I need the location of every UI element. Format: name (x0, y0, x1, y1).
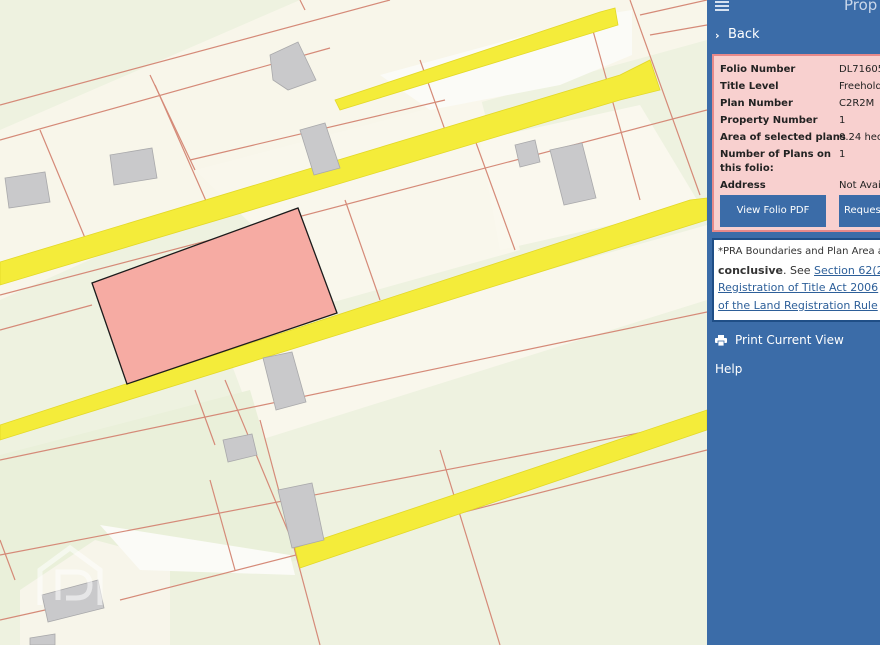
folio-key: Address (720, 180, 766, 191)
folio-value: DL71605 (839, 64, 880, 75)
panel-header: Prop (707, 0, 880, 20)
folio-value: Not Avail (839, 180, 880, 191)
folio-details-card: Folio Number DL71605 Title Level Freehol… (712, 54, 880, 232)
print-current-view-button[interactable]: Print Current View (707, 331, 880, 351)
land-registration-rules-link[interactable]: of the Land Registration Rule (718, 299, 878, 312)
back-button[interactable]: › Back (707, 24, 880, 46)
printer-icon (715, 335, 727, 346)
map-canvas[interactable] (0, 0, 707, 645)
folio-value: 1 (839, 115, 846, 126)
folio-key: this folio: (720, 163, 774, 174)
folio-value: 0.24 hect (839, 132, 880, 143)
map-svg (0, 0, 707, 645)
note-line: conclusive. See Section 62(2) c (718, 264, 880, 277)
note-text: . See (782, 264, 814, 277)
folio-key: Area of selected plans (720, 132, 846, 143)
folio-key: Property Number (720, 115, 818, 126)
folio-key: Number of Plans on (720, 149, 832, 160)
help-link[interactable]: Help (715, 362, 742, 376)
registration-act-link[interactable]: Registration of Title Act 2006 (718, 281, 878, 294)
section-link[interactable]: Section 62(2) c (814, 264, 880, 277)
folio-key: Folio Number (720, 64, 796, 75)
hamburger-menu-icon[interactable] (715, 1, 729, 11)
note-bold: conclusive (718, 264, 783, 277)
request-button[interactable]: Request (839, 195, 880, 227)
note-line: *PRA Boundaries and Plan Area a (718, 246, 880, 257)
chevron-right-icon: › (715, 29, 720, 42)
folio-key: Plan Number (720, 98, 793, 109)
folio-value: Freehold (839, 81, 880, 92)
property-panel: Prop › Back Folio Number DL71605 Title L… (707, 0, 880, 645)
folio-value: C2R2M (839, 98, 875, 109)
print-label: Print Current View (735, 333, 844, 347)
back-label: Back (728, 27, 760, 42)
folio-key: Title Level (720, 81, 779, 92)
panel-title: Prop (844, 0, 878, 14)
disclaimer-note: *PRA Boundaries and Plan Area a conclusi… (712, 238, 880, 322)
folio-value: 1 (839, 149, 846, 160)
view-folio-pdf-button[interactable]: View Folio PDF (720, 195, 826, 227)
